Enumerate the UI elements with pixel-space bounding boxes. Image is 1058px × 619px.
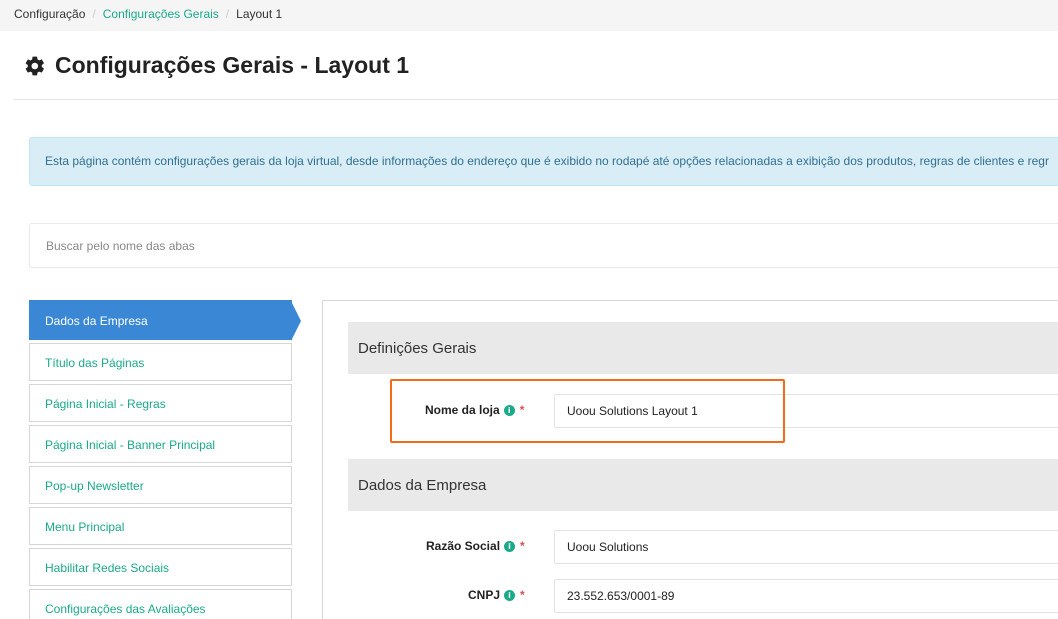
corporate-name-label: Razão Social i * (426, 539, 525, 553)
sidebar-item-configuracoes-avaliacoes[interactable]: Configurações das Avaliações (29, 589, 292, 619)
breadcrumb-separator: / (92, 7, 96, 21)
tab-search-input[interactable] (29, 223, 1058, 268)
required-marker: * (520, 539, 525, 553)
page-title-text: Configurações Gerais - Layout 1 (55, 52, 410, 78)
section-header-definicoes-gerais: Definições Gerais (348, 322, 1058, 374)
required-marker: * (519, 403, 525, 417)
store-name-label-text: Nome da loja (425, 403, 500, 417)
breadcrumb-item-configuracao[interactable]: Configuração (14, 7, 85, 21)
breadcrumb: Configuração / Configurações Gerais / Layout… (0, 0, 1058, 31)
store-name-input[interactable] (554, 394, 1058, 428)
breadcrumb-item-configuracoes-gerais[interactable]: Configurações Gerais (103, 7, 219, 21)
required-marker: * (520, 588, 525, 602)
info-icon[interactable]: i (503, 404, 515, 416)
sidebar-item-popup-newsletter[interactable]: Pop-up Newsletter (29, 466, 292, 504)
cnpj-label: CNPJ i * (468, 588, 525, 602)
sidebar-item-titulo-das-paginas[interactable]: Título das Páginas (29, 343, 292, 381)
title-divider (14, 99, 1058, 100)
section-header-dados-da-empresa: Dados da Empresa (348, 459, 1058, 511)
cnpj-input[interactable] (554, 579, 1058, 613)
gear-icon (24, 55, 46, 77)
sidebar-item-dados-da-empresa[interactable]: Dados da Empresa (29, 300, 301, 341)
breadcrumb-item-current: Layout 1 (236, 7, 283, 21)
corporate-name-label-text: Razão Social (426, 539, 501, 553)
page-title: Configurações Gerais - Layout 1 (24, 52, 409, 79)
info-icon[interactable]: i (504, 540, 516, 552)
sidebar-item-habilitar-redes-sociais[interactable]: Habilitar Redes Sociais (29, 548, 292, 586)
settings-sidebar: Dados da Empresa Título das Páginas Pági… (29, 300, 301, 619)
sidebar-item-menu-principal[interactable]: Menu Principal (29, 507, 292, 545)
store-name-label: Nome da loja i * (425, 403, 524, 417)
info-alert-text: Esta página contém configurações gerais … (45, 154, 1049, 168)
corporate-name-input[interactable] (554, 530, 1058, 564)
sidebar-item-pagina-inicial-banner[interactable]: Página Inicial - Banner Principal (29, 425, 292, 463)
info-icon[interactable]: i (504, 589, 516, 601)
sidebar-item-pagina-inicial-regras[interactable]: Página Inicial - Regras (29, 384, 292, 422)
breadcrumb-separator: / (225, 7, 230, 21)
cnpj-label-text: CNPJ (468, 588, 501, 602)
info-alert: Esta página contém configurações gerais … (29, 137, 1058, 186)
